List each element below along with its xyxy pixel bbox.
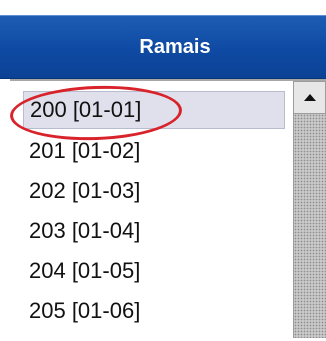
- extension-item-201[interactable]: 201 [01-02]: [23, 131, 285, 171]
- list-header: Ramais: [0, 15, 326, 79]
- extension-list[interactable]: 200 [01-01] 201 [01-02] 202 [01-03] 203 …: [23, 81, 285, 338]
- triangle-up-icon: [303, 94, 316, 101]
- list-header-title: Ramais: [139, 35, 211, 58]
- scroll-up-button[interactable]: [293, 81, 326, 114]
- extension-list-window: Ramais 200 [01-01] 201 [01-02] 202 [01-0…: [0, 0, 326, 341]
- extension-item-205[interactable]: 205 [01-06]: [23, 291, 285, 331]
- list-left-border: [0, 79, 10, 339]
- extension-item-204[interactable]: 204 [01-05]: [23, 251, 285, 291]
- vertical-scrollbar[interactable]: [293, 81, 326, 338]
- extension-item-202[interactable]: 202 [01-03]: [23, 171, 285, 211]
- extension-item-203[interactable]: 203 [01-04]: [23, 211, 285, 251]
- extension-item-200[interactable]: 200 [01-01]: [23, 91, 285, 129]
